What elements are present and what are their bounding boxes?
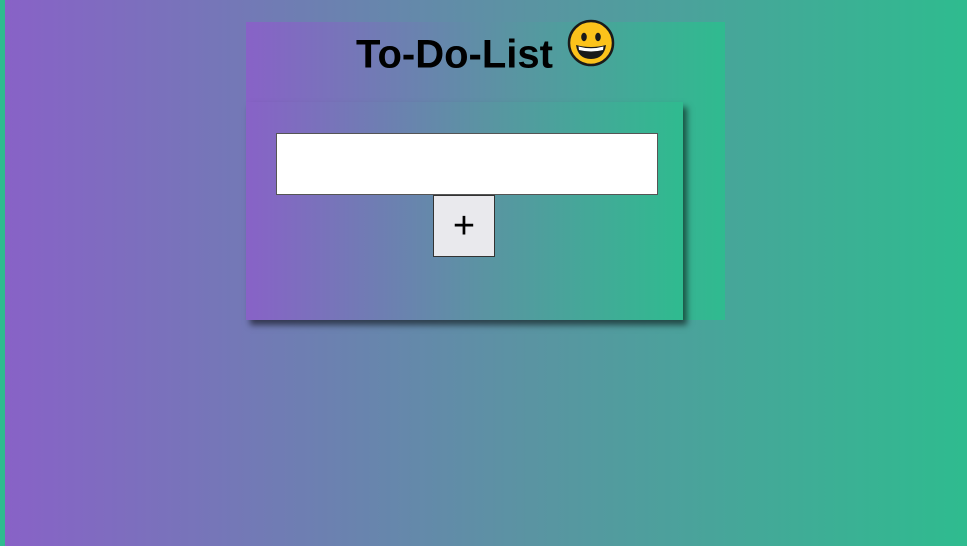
task-input[interactable] (276, 133, 658, 195)
title-text: To-Do-List (356, 32, 553, 77)
page-title: To-Do-List (246, 19, 725, 84)
todo-container: To-Do-List + (246, 19, 725, 320)
add-task-button[interactable]: + (433, 195, 495, 257)
grinning-face-icon (567, 19, 615, 84)
todo-card: + (246, 102, 683, 320)
